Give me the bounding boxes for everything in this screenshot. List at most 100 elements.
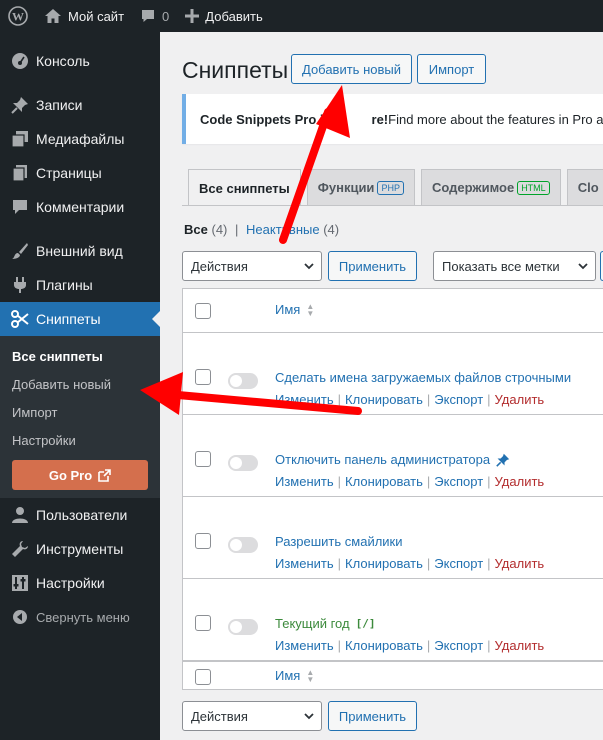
tab-label: Clo [577, 180, 599, 195]
clone-link[interactable]: Клонировать [345, 474, 423, 489]
column-header-name[interactable]: Имя ▲ ▼ [275, 302, 314, 317]
sort-arrows-icon: ▲ ▼ [306, 301, 315, 318]
sidebar-item-snippets[interactable]: Сниппеты [0, 302, 160, 336]
table-header-row: Имя ▲ ▼ [183, 289, 603, 333]
delete-link[interactable]: Удалить [495, 474, 545, 489]
row-checkbox[interactable] [195, 533, 211, 549]
sidebar-item-settings[interactable]: Настройки [0, 566, 160, 600]
row-actions: Изменить | Клонировать | Экспорт | Удалить [275, 392, 545, 407]
filter-inactive-count: (4) [323, 222, 340, 237]
tab-cloud[interactable]: Clo [566, 169, 603, 205]
snippet-title-link[interactable]: Текущий год [/] [275, 616, 375, 631]
plus-icon [185, 9, 200, 23]
edit-link[interactable]: Изменить [275, 474, 334, 489]
sidebar-item-appearance[interactable]: Внешний вид [0, 234, 160, 268]
select-all-checkbox[interactable] [195, 303, 211, 319]
sidebar-item-label: Записи [36, 97, 83, 113]
activation-toggle[interactable] [228, 537, 258, 553]
status-filter-links: Все (4) | Неактивные (4) [184, 222, 339, 237]
snippet-title-text: Отключить панель администратора [275, 452, 491, 467]
sidebar-item-label: Консоль [36, 53, 90, 69]
activation-toggle[interactable] [228, 455, 258, 471]
sidebar-item-comments[interactable]: Комментарии [0, 190, 160, 224]
php-badge: PHP [377, 180, 404, 195]
import-button[interactable]: Импорт [417, 54, 486, 84]
activation-toggle[interactable] [228, 619, 258, 635]
delete-link[interactable]: Удалить [495, 556, 545, 571]
submenu-settings[interactable]: Настройки [0, 426, 160, 454]
row-checkbox[interactable] [195, 369, 211, 385]
sidebar-item-plugins[interactable]: Плагины [0, 268, 160, 302]
notice-bold-tail: re! [371, 111, 389, 127]
go-pro-button[interactable]: Go Pro [12, 460, 148, 490]
sidebar-item-dashboard[interactable]: Консоль [0, 44, 160, 78]
site-name-link[interactable]: Мой сайт [36, 0, 132, 32]
table-row: Текущий год [/] Изменить | Клонировать | Экс… [183, 579, 603, 661]
row-checkbox[interactable] [195, 615, 211, 631]
notice-text: Find more about the features in Pro and … [388, 111, 603, 127]
tab-label: Функции [317, 180, 375, 195]
filter-all-link[interactable]: Все [184, 222, 208, 237]
clone-link[interactable]: Клонировать [345, 392, 423, 407]
sidebar-item-label: Медиафайлы [36, 131, 125, 147]
snippet-title-link[interactable]: Отключить панель администратора [275, 452, 510, 467]
pro-notice: Code Snippets Pro i re! Find more about t… [182, 94, 603, 144]
delete-link[interactable]: Удалить [495, 392, 545, 407]
sidebar-item-pages[interactable]: Страницы [0, 156, 160, 190]
apply-button-top[interactable]: Применить [328, 251, 417, 281]
delete-link[interactable]: Удалить [495, 638, 545, 653]
activation-toggle[interactable] [228, 373, 258, 389]
edit-link[interactable]: Изменить [275, 392, 334, 407]
filter-all-count: (4) [211, 222, 228, 237]
row-actions: Изменить | Клонировать | Экспорт | Удалить [275, 556, 545, 571]
column-footer-name[interactable]: Имя ▲ ▼ [275, 668, 314, 683]
submenu-all-snippets[interactable]: Все сниппеты [0, 342, 160, 370]
comments-link[interactable]: 0 [132, 0, 177, 32]
export-link[interactable]: Экспорт [434, 638, 483, 653]
tab-all-snippets[interactable]: Все сниппеты [188, 169, 301, 206]
sidebar-item-users[interactable]: Пользователи [0, 498, 160, 532]
tags-filter-select[interactable]: Показать все метки [433, 251, 596, 281]
table-footer-row: Имя ▲ ▼ [183, 661, 603, 691]
export-link[interactable]: Экспорт [434, 474, 483, 489]
submenu-add-new[interactable]: Добавить новый [0, 370, 160, 398]
new-content-link[interactable]: Добавить [177, 0, 270, 32]
tab-content[interactable]: Содержимое HTML [420, 169, 561, 205]
snippet-title-link[interactable]: Сделать имена загружаемых файлов строчны… [275, 370, 571, 385]
bulk-actions-select-top[interactable]: Действия [182, 251, 322, 281]
apply-button-bottom[interactable]: Применить [328, 701, 417, 731]
row-checkbox[interactable] [195, 451, 211, 467]
table-row: Разрешить смайлики Изменить | Клонировать |… [183, 497, 603, 579]
clone-link[interactable]: Клонировать [345, 638, 423, 653]
wordpress-logo-icon[interactable]: W [0, 0, 36, 32]
table-row: Сделать имена загружаемых файлов строчны… [183, 333, 603, 415]
user-icon [10, 505, 30, 525]
select-all-checkbox-footer[interactable] [195, 669, 211, 685]
chevron-down-icon [577, 260, 589, 275]
comments-count: 0 [162, 8, 170, 24]
sidebar-item-label: Настройки [36, 575, 105, 591]
submenu-import[interactable]: Импорт [0, 398, 160, 426]
clone-link[interactable]: Клонировать [345, 556, 423, 571]
sidebar-item-posts[interactable]: Записи [0, 88, 160, 122]
filter-inactive-link[interactable]: Неактивные [246, 222, 320, 237]
tab-functions[interactable]: Функции PHP [306, 169, 415, 205]
brush-icon [10, 241, 30, 261]
edit-link[interactable]: Изменить [275, 638, 334, 653]
chevron-down-icon [303, 710, 315, 725]
add-new-snippet-button[interactable]: Добавить новый [291, 54, 412, 84]
sidebar-item-tools[interactable]: Инструменты [0, 532, 160, 566]
tab-label: Содержимое [431, 180, 515, 195]
sidebar-item-media[interactable]: Медиафайлы [0, 122, 160, 156]
edit-link[interactable]: Изменить [275, 556, 334, 571]
export-link[interactable]: Экспорт [434, 556, 483, 571]
collapse-menu-button[interactable]: Свернуть меню [0, 600, 160, 634]
gauge-icon [10, 51, 30, 71]
html-badge: HTML [517, 180, 550, 195]
notice-bold-text: Code Snippets Pro i [200, 111, 324, 127]
export-link[interactable]: Экспорт [434, 392, 483, 407]
chevron-down-icon [303, 260, 315, 275]
bulk-actions-value: Действия [191, 708, 248, 724]
bulk-actions-select-bottom[interactable]: Действия [182, 701, 322, 731]
snippet-title-link[interactable]: Разрешить смайлики [275, 534, 403, 549]
